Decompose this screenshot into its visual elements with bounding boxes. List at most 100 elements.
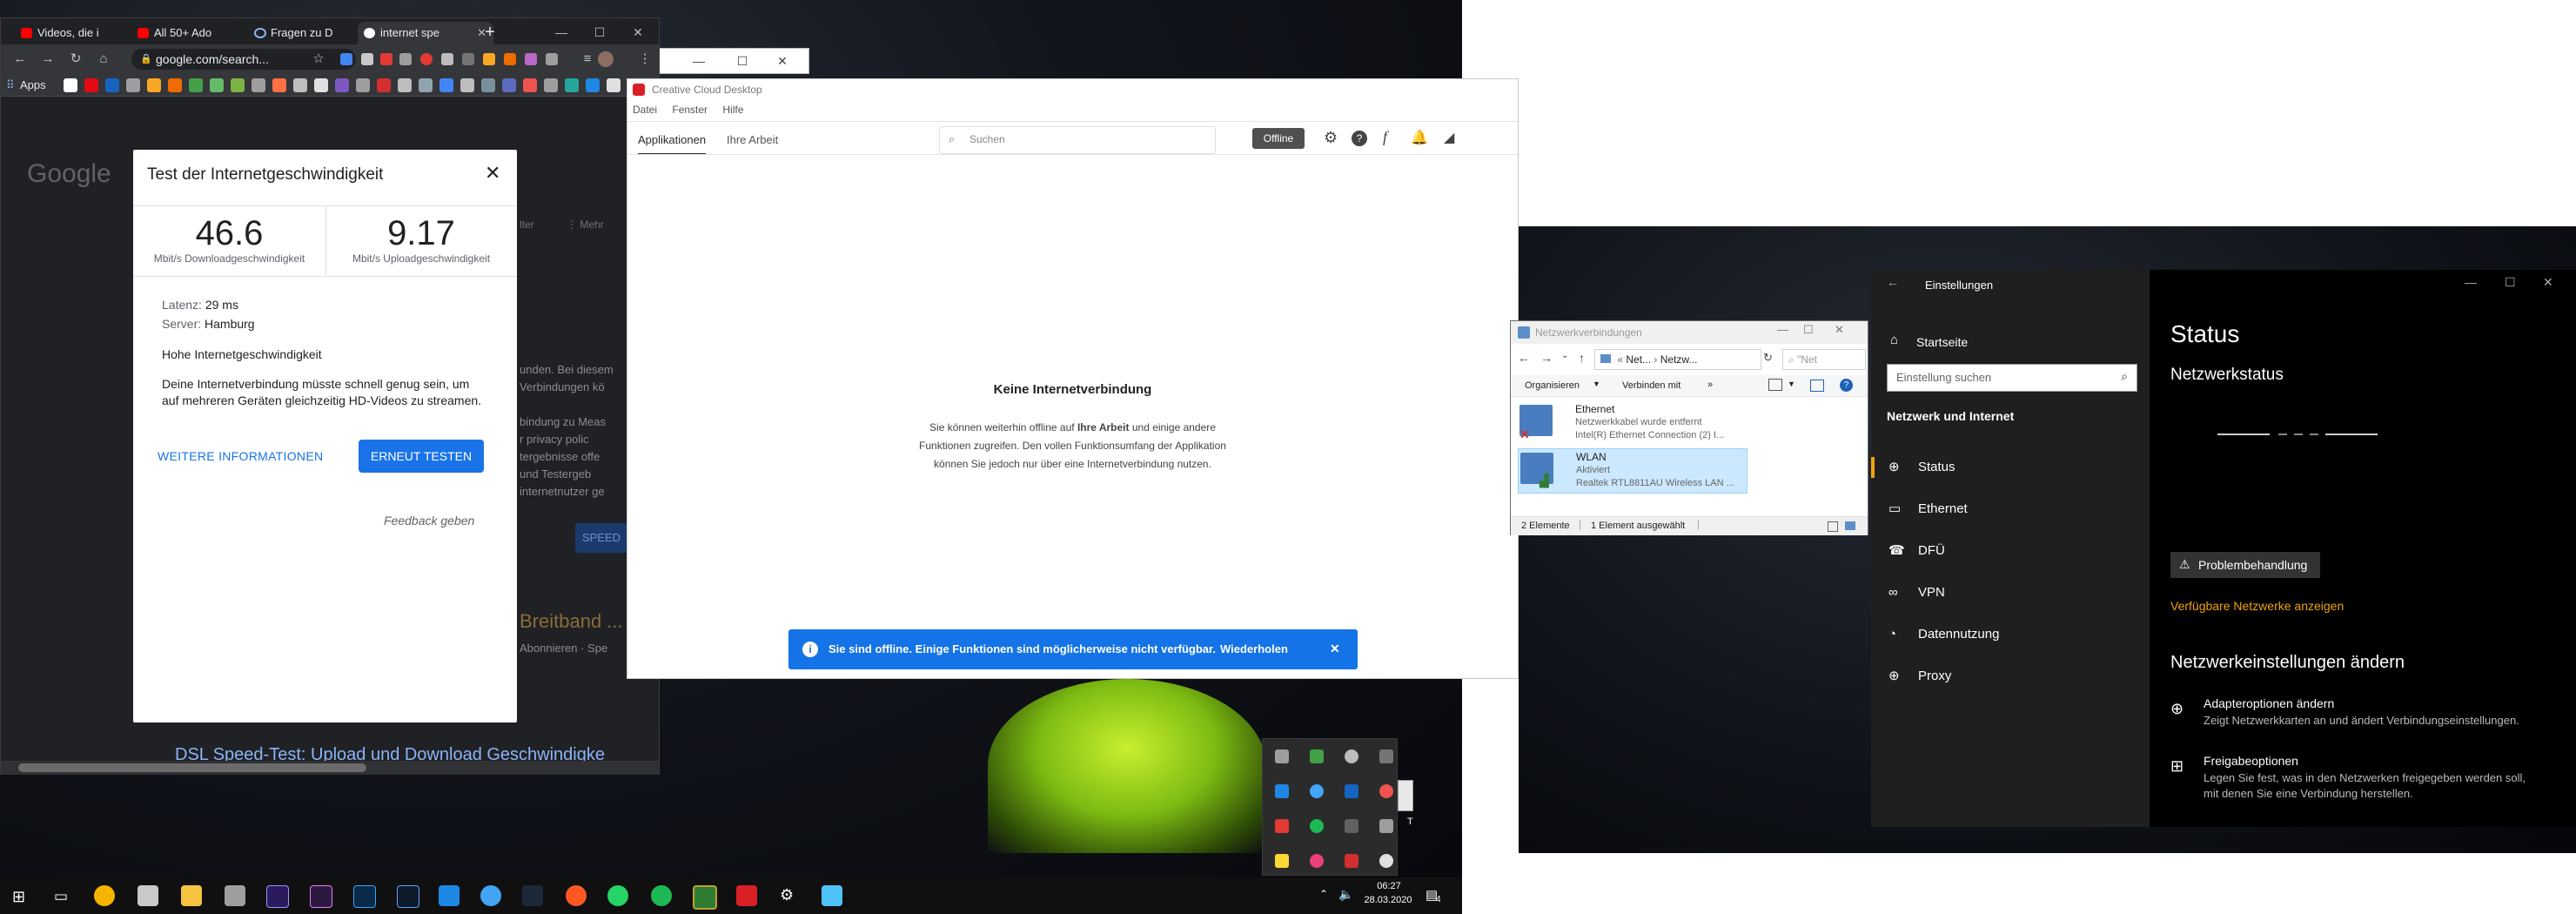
minimize-icon[interactable]: —	[2465, 275, 2477, 289]
bookmark-icon[interactable]	[168, 78, 182, 92]
bookmark-icon[interactable]	[252, 78, 265, 92]
breadcrumb[interactable]: Netzw...	[1660, 353, 1698, 366]
bookmark-star-icon[interactable]: ☆	[310, 50, 327, 68]
steam-icon[interactable]	[522, 885, 543, 906]
app-taskbar-icon[interactable]	[138, 885, 158, 906]
show-networks-link[interactable]: Verfügbare Netzwerke anzeigen	[2170, 599, 2344, 613]
tray-icon[interactable]	[1379, 819, 1393, 833]
banner-close-icon[interactable]: ✕	[1330, 642, 1340, 656]
bookmark-icon[interactable]	[189, 78, 203, 92]
retest-button[interactable]: ERNEUT TESTEN	[359, 440, 484, 473]
maximize-icon[interactable]: ☐	[580, 20, 619, 44]
tray-icon[interactable]	[1310, 784, 1324, 798]
result-link[interactable]: Breitband ...	[520, 610, 623, 633]
gear-icon[interactable]: ⚙	[780, 886, 794, 904]
close-icon[interactable]: ✕	[619, 20, 657, 44]
chevron-down-icon[interactable]: ▼	[1788, 380, 1795, 388]
tray-icon[interactable]	[1310, 749, 1324, 763]
settings-search-input[interactable]: Einstellung suchen ⌕	[1887, 364, 2137, 392]
close-icon[interactable]: ✕	[763, 49, 802, 73]
tray-icon[interactable]	[1345, 784, 1358, 798]
menu-fenster[interactable]: Fenster	[672, 104, 708, 116]
bookmark-icon[interactable]	[335, 78, 349, 92]
chevron-down-icon[interactable]: ⌄	[1561, 351, 1568, 360]
maximize-icon[interactable]: ☐	[2505, 275, 2516, 290]
extension-icon[interactable]	[504, 53, 516, 65]
network-item-wlan[interactable]: ▟ WLAN Aktiviert Realtek RTL8811AU Wirel…	[1518, 448, 1748, 494]
lightroom-icon[interactable]	[397, 885, 419, 908]
tray-icon[interactable]	[1275, 854, 1289, 868]
app-taskbar-icon[interactable]	[439, 885, 460, 906]
tray-icon[interactable]	[1310, 854, 1324, 868]
app-taskbar-icon-active[interactable]	[693, 885, 717, 910]
whatsapp-icon[interactable]	[607, 885, 628, 906]
clock-date[interactable]: 28.03.2020	[1359, 895, 1417, 905]
close-icon[interactable]: ✕	[1835, 323, 1844, 337]
tray-icon[interactable]	[1275, 819, 1289, 833]
home-icon[interactable]: ⌂	[95, 50, 112, 68]
bookmark-icon[interactable]	[147, 78, 161, 92]
offline-badge[interactable]: Offline	[1252, 128, 1305, 149]
sidebar-item-vpn[interactable]: ∞ VPN	[1871, 575, 2179, 610]
bookmark-icon[interactable]	[105, 78, 119, 92]
tray-icon[interactable]	[1379, 784, 1393, 798]
google-logo[interactable]: Google	[27, 159, 111, 189]
bookmark-icon[interactable]	[231, 78, 245, 92]
sidebar-item-ethernet[interactable]: ▭ Ethernet	[1871, 492, 2179, 527]
extension-icon[interactable]	[399, 53, 412, 65]
bookmark-icon[interactable]	[439, 78, 453, 92]
chrome-taskbar-icon[interactable]	[94, 885, 115, 906]
minimize-icon[interactable]: —	[542, 20, 580, 44]
extension-icon[interactable]	[380, 53, 392, 65]
premiere-icon[interactable]	[310, 885, 332, 908]
bookmark-icon[interactable]	[64, 78, 77, 92]
speed-button-bg[interactable]: SPEED	[575, 523, 627, 553]
retry-button[interactable]: Wiederholen	[1220, 642, 1288, 655]
more-info-link[interactable]: WEITERE INFORMATIONEN	[158, 449, 323, 463]
bookmark-icon[interactable]	[293, 78, 307, 92]
bookmark-icon[interactable]	[84, 78, 98, 92]
bell-icon[interactable]: 🔔	[1411, 129, 1428, 146]
forward-icon[interactable]: →	[39, 50, 57, 68]
preview-pane-icon[interactable]	[1810, 380, 1824, 392]
clock-time[interactable]: 06:27	[1365, 881, 1413, 891]
reading-list-icon[interactable]: ≡	[579, 50, 596, 68]
new-tab-button[interactable]: +	[471, 20, 509, 44]
scrollbar-thumb[interactable]	[18, 763, 366, 772]
back-icon[interactable]: ←	[1887, 275, 1899, 289]
minimize-icon[interactable]: —	[680, 49, 718, 73]
spotify-icon[interactable]	[651, 885, 672, 906]
menu-datei[interactable]: Datei	[633, 104, 657, 116]
tray-icon[interactable]	[1310, 819, 1324, 833]
filter-tab[interactable]: lter	[520, 218, 534, 231]
breadcrumb[interactable]: Net...	[1626, 353, 1651, 366]
tray-icon[interactable]	[1275, 784, 1289, 798]
extension-icon[interactable]	[525, 53, 537, 65]
photoshop-icon[interactable]	[353, 885, 376, 908]
avatar[interactable]	[598, 51, 614, 67]
creative-cloud-taskbar-icon[interactable]	[736, 885, 757, 906]
apps-grid-icon[interactable]: ⠿	[6, 78, 15, 92]
path-bar[interactable]: « Net... › Netzw...	[1594, 349, 1761, 370]
bookmark-icon[interactable]	[607, 78, 621, 92]
app-taskbar-icon[interactable]	[480, 885, 501, 906]
bookmark-icon[interactable]	[126, 78, 140, 92]
menu-kebab-icon[interactable]: ⋮	[636, 50, 654, 68]
maximize-icon[interactable]: ☐	[723, 49, 761, 73]
close-icon[interactable]: ✕	[2543, 275, 2553, 290]
behance-icon[interactable]: ◢	[1444, 129, 1454, 146]
sidebar-item-status[interactable]: ⊕ Status	[1871, 450, 2179, 485]
maximize-icon[interactable]: ☐	[1803, 323, 1814, 337]
bookmark-icon[interactable]	[460, 78, 474, 92]
extension-icon[interactable]	[420, 53, 433, 65]
large-icons-view-icon[interactable]	[1845, 521, 1855, 530]
organize-button[interactable]: Organisieren	[1525, 380, 1580, 391]
view-options-icon[interactable]	[1768, 379, 1782, 391]
bookmark-icon[interactable]	[356, 78, 370, 92]
tab-applikationen[interactable]: Applikationen	[638, 133, 707, 155]
extension-icon[interactable]	[546, 53, 558, 65]
close-icon[interactable]: ✕	[485, 162, 500, 185]
horizontal-scrollbar[interactable]	[1, 761, 659, 775]
windows-start-icon[interactable]: ⊞	[12, 888, 25, 906]
refresh-icon[interactable]: ↻	[1763, 351, 1773, 365]
